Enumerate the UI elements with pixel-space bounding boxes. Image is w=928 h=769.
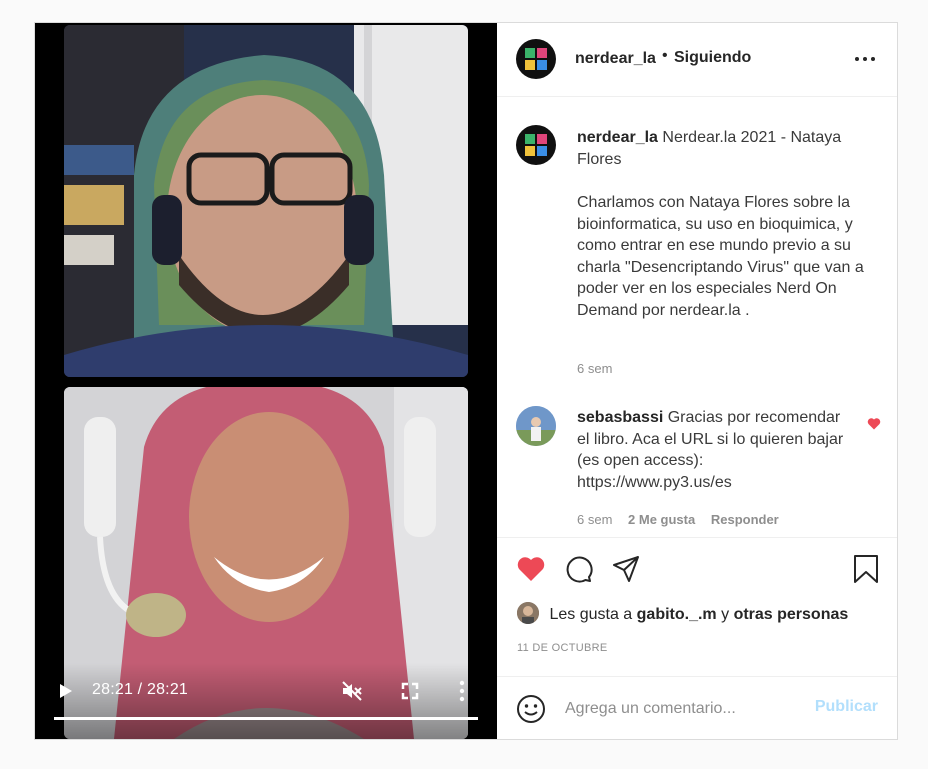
mute-icon[interactable] — [341, 680, 363, 702]
other-likers-link[interactable]: otras personas — [734, 606, 849, 623]
liker-avatar[interactable] — [517, 602, 539, 624]
comment-likes-count[interactable]: 2 Me gusta — [628, 512, 695, 527]
caption-body: Charlamos con Nataya Flores sobre la bio… — [577, 194, 864, 319]
smile-icon[interactable] — [516, 694, 546, 724]
more-horizontal-icon[interactable] — [855, 57, 875, 61]
video-participant-top — [64, 25, 468, 377]
post-caption: nerdear_la Nerdear.la 2021 - Nataya Flor… — [577, 127, 867, 321]
video-progress-bar[interactable] — [54, 717, 478, 720]
liker-username[interactable]: gabito._.m — [637, 606, 717, 623]
comment-like-heart-icon[interactable] — [867, 417, 881, 430]
caption-author-avatar[interactable] — [516, 125, 556, 165]
bookmark-icon[interactable] — [853, 554, 879, 584]
comment-timestamp[interactable]: 6 sem — [577, 512, 612, 527]
caption-username[interactable]: nerdear_la — [577, 129, 658, 146]
more-vertical-icon[interactable] — [459, 679, 465, 703]
video-controls: 28:21 / 28:21 — [35, 663, 497, 739]
post-header: nerdear_la • Siguiendo — [497, 23, 897, 97]
commenter-username[interactable]: sebasbassi — [577, 409, 663, 426]
comment-icon[interactable] — [563, 554, 593, 584]
comment-input[interactable] — [563, 694, 797, 724]
play-icon[interactable] — [59, 683, 73, 699]
comments-area: nerdear_la Nerdear.la 2021 - Nataya Flor… — [497, 97, 897, 537]
author-username[interactable]: nerdear_la — [575, 50, 656, 68]
caption-timestamp[interactable]: 6 sem — [577, 361, 612, 376]
heart-icon[interactable] — [516, 554, 546, 584]
following-button[interactable]: Siguiendo — [674, 49, 751, 67]
reply-button[interactable]: Responder — [711, 512, 779, 527]
likes-conjunction: y — [721, 606, 730, 624]
fullscreen-icon[interactable] — [400, 681, 420, 701]
add-comment-bar: Publicar — [497, 676, 897, 739]
separator-dot: • — [662, 47, 668, 64]
commenter-avatar[interactable] — [516, 406, 556, 446]
post-actions: Les gusta a gabito._.m y otras personas … — [497, 537, 897, 688]
comment: sebasbassi Gracias por recomendar el lib… — [577, 407, 852, 493]
publish-button[interactable]: Publicar — [815, 698, 878, 716]
author-avatar[interactable] — [516, 39, 556, 79]
video-player[interactable]: 28:21 / 28:21 — [35, 23, 497, 739]
post-date[interactable]: 11 DE OCTUBRE — [517, 642, 608, 654]
share-icon[interactable] — [611, 554, 641, 584]
likes-prefix: Les gusta a — [549, 606, 633, 624]
video-time: 28:21 / 28:21 — [92, 681, 189, 698]
video-progress-fill — [54, 717, 478, 720]
likes-summary: Les gusta a gabito._.m y otras personas — [517, 602, 849, 626]
post-side-panel: nerdear_la • Siguiendo nerdear_la Nerdea… — [497, 23, 897, 739]
comment-meta: 6 sem 2 Me gusta Responder — [577, 512, 791, 527]
instagram-post: 28:21 / 28:21 nerdear_la • Siguiendo ner… — [34, 22, 898, 740]
